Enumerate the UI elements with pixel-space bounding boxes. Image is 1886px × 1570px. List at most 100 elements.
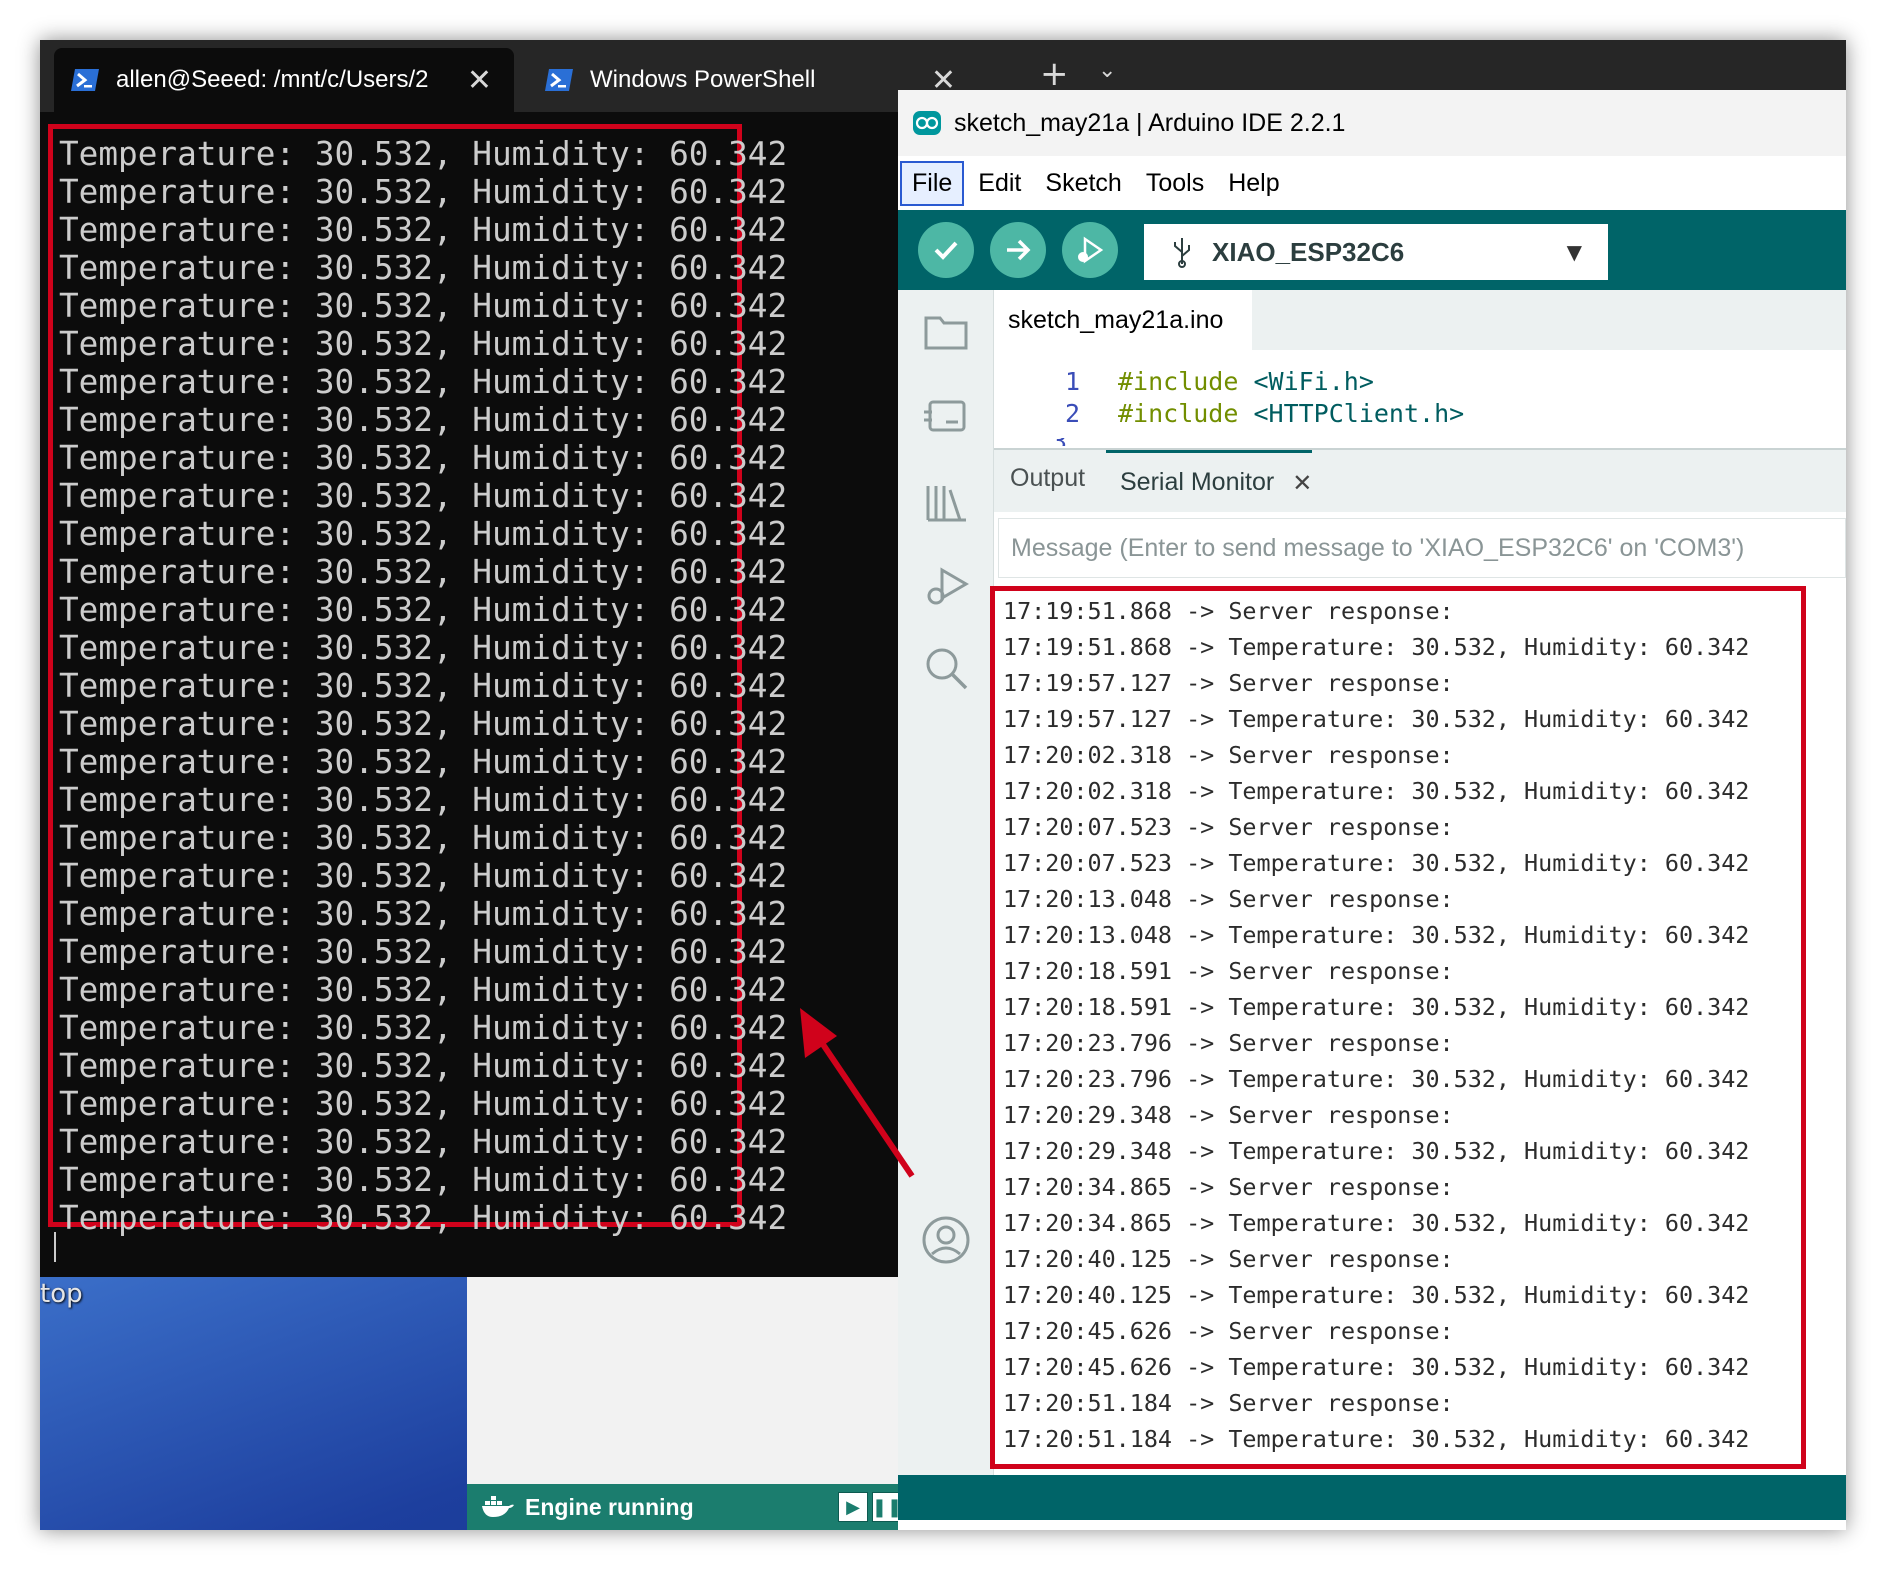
menu-bar: File Edit Sketch Tools Help: [898, 156, 1846, 210]
terminal-line: Temperature: 30.532, Humidity: 60.342: [59, 287, 788, 325]
terminal-line: Temperature: 30.532, Humidity: 60.342: [59, 477, 788, 515]
library-icon[interactable]: [920, 476, 972, 528]
terminal-line: Temperature: 30.532, Humidity: 60.342: [59, 1047, 788, 1085]
menu-sketch[interactable]: Sketch: [1035, 163, 1131, 204]
serial-line: 17:20:29.348 -> Temperature: 30.532, Hum…: [1003, 1137, 1750, 1165]
new-tab-button[interactable]: +: [1040, 54, 1069, 94]
engine-status-text: Engine running: [525, 1493, 694, 1520]
play-icon[interactable]: ▶: [838, 1492, 868, 1522]
tab-serial-monitor[interactable]: Serial Monitor ✕: [1106, 450, 1313, 512]
code-include-arg: <HTTPClient.h>: [1238, 398, 1465, 428]
code-line[interactable]: 1 #include <WiFi.h>: [994, 364, 1374, 398]
serial-output-highlight: 17:19:51.868 -> Server response: 17:19:51…: [990, 586, 1806, 1469]
serial-line: 17:20:02.318 -> Server response:: [1003, 741, 1454, 769]
board-name: XIAO_ESP32C6: [1212, 236, 1405, 267]
serial-line: 17:20:07.523 -> Temperature: 30.532, Hum…: [1003, 849, 1750, 877]
tab-wsl[interactable]: allen@Seeed: /mnt/c/Users/2 ✕: [54, 48, 514, 112]
terminal-line: Temperature: 30.532, Humidity: 60.342: [59, 629, 788, 667]
menu-help[interactable]: Help: [1218, 163, 1289, 204]
account-icon[interactable]: [920, 1214, 972, 1266]
terminal-line: Temperature: 30.532, Humidity: 60.342: [59, 591, 788, 629]
serial-line: 17:20:18.591 -> Temperature: 30.532, Hum…: [1003, 993, 1750, 1021]
line-number: 2: [1064, 398, 1080, 428]
terminal-line: Temperature: 30.532, Humidity: 60.342: [59, 819, 788, 857]
code-keyword: #include: [1118, 366, 1239, 396]
code-keyword: #include: [1118, 398, 1239, 428]
verify-icon: [934, 241, 958, 260]
serial-line: 17:20:07.523 -> Server response:: [1003, 813, 1454, 841]
usb-icon: [1174, 238, 1190, 268]
file-tab-label: sketch_may21a.ino: [1008, 305, 1224, 334]
terminal-line: Temperature: 30.532, Humidity: 60.342: [59, 1085, 788, 1123]
board-selector[interactable]: XIAO_ESP32C6 ▼: [1144, 224, 1608, 280]
screenshot: top Engine running ▶ ❚❚ ⏻ allen@Seeed: /…: [40, 40, 1846, 1530]
chevron-down-icon: ▼: [1566, 240, 1582, 264]
tab-output[interactable]: Output: [1010, 464, 1085, 493]
terminal-line: Temperature: 30.532, Humidity: 60.342: [59, 515, 788, 553]
terminal-line: Temperature: 30.532, Humidity: 60.342: [59, 1009, 788, 1047]
verify-button[interactable]: [918, 222, 974, 278]
serial-line: 17:20:34.865 -> Server response:: [1003, 1173, 1454, 1201]
menu-tools[interactable]: Tools: [1136, 163, 1214, 204]
terminal-line: Temperature: 30.532, Humidity: 60.342: [59, 857, 788, 895]
tab-title: allen@Seeed: /mnt/c/Users/2: [116, 66, 429, 93]
powershell-icon: [71, 69, 99, 91]
folder-icon[interactable]: [920, 306, 972, 358]
terminal-line: Temperature: 30.532, Humidity: 60.342: [59, 781, 788, 819]
line-number: 1: [1064, 366, 1080, 396]
desktop-icon-label[interactable]: top: [40, 1279, 83, 1309]
terminal-line: Temperature: 30.532, Humidity: 60.342: [59, 933, 788, 971]
terminal-line: Temperature: 30.532, Humidity: 60.342: [59, 1161, 788, 1199]
serial-line: 17:20:45.626 -> Server response:: [1003, 1317, 1454, 1345]
bottom-panel-tabs: Output Serial Monitor ✕: [994, 448, 1846, 512]
serial-line: 17:20:02.318 -> Temperature: 30.532, Hum…: [1003, 777, 1750, 805]
terminal-line: Temperature: 30.532, Humidity: 60.342: [59, 705, 788, 743]
serial-line: 17:20:18.591 -> Server response:: [1003, 957, 1454, 985]
terminal-line: Temperature: 30.532, Humidity: 60.342: [59, 211, 788, 249]
serial-line: 17:20:51.184 -> Temperature: 30.532, Hum…: [1003, 1425, 1750, 1453]
window-title: sketch_may21a | Arduino IDE 2.2.1: [954, 108, 1346, 137]
serial-message-input[interactable]: [998, 518, 1846, 578]
debug-button[interactable]: [1062, 222, 1118, 278]
serial-line: 17:20:13.048 -> Temperature: 30.532, Hum…: [1003, 921, 1750, 949]
upload-button[interactable]: [990, 222, 1046, 278]
serial-line: 17:20:23.796 -> Server response:: [1003, 1029, 1454, 1057]
file-tab-strip: sketch_may21a.ino: [994, 290, 1846, 350]
serial-line: 17:20:51.184 -> Server response:: [1003, 1389, 1454, 1417]
file-tab[interactable]: sketch_may21a.ino: [994, 290, 1252, 350]
arduino-ide-window: sketch_may21a | Arduino IDE 2.2.1 File E…: [898, 90, 1846, 1530]
ide-toolbar: XIAO_ESP32C6 ▼: [898, 210, 1846, 290]
tab-serial-label: Serial Monitor: [1120, 468, 1275, 496]
menu-edit[interactable]: Edit: [968, 163, 1031, 204]
chevron-down-icon[interactable]: ⌄: [1098, 58, 1116, 83]
terminal-line: Temperature: 30.532, Humidity: 60.342: [59, 1199, 788, 1237]
menu-file[interactable]: File: [900, 160, 965, 206]
terminal-line: Temperature: 30.532, Humidity: 60.342: [59, 173, 788, 211]
code-line[interactable]: 2 #include <HTTPClient.h>: [994, 396, 1464, 430]
debug-run-icon: [1078, 236, 1104, 264]
serial-line: 17:19:51.868 -> Server response:: [1003, 597, 1454, 625]
board-manager-icon[interactable]: [920, 390, 972, 442]
search-icon[interactable]: [920, 642, 972, 694]
serial-line: 17:20:40.125 -> Server response:: [1003, 1245, 1454, 1273]
line-number-partial: 3: [1052, 438, 1072, 446]
close-icon[interactable]: ✕: [467, 63, 492, 98]
ide-status-bar: [898, 1475, 1846, 1520]
terminal-line: Temperature: 30.532, Humidity: 60.342: [59, 249, 788, 287]
serial-line: 17:20:29.348 -> Server response:: [1003, 1101, 1454, 1129]
docker-desktop-window: Engine running ▶ ❚❚ ⏻: [467, 1277, 942, 1530]
serial-line: 17:20:40.125 -> Temperature: 30.532, Hum…: [1003, 1281, 1750, 1309]
terminal-line: Temperature: 30.532, Humidity: 60.342: [59, 363, 788, 401]
docker-whale-icon: [482, 1496, 514, 1517]
code-editor[interactable]: sketch_may21a.ino 1 #include <WiFi.h> 2 …: [994, 290, 1846, 448]
close-icon[interactable]: ✕: [1292, 469, 1312, 497]
debug-icon[interactable]: [920, 560, 972, 612]
terminal-body[interactable]: Temperature: 30.532, Humidity: 60.342 Tem…: [40, 112, 910, 1277]
ide-sidebar: [898, 290, 994, 1475]
code-include-arg: <WiFi.h>: [1238, 366, 1374, 396]
serial-line: 17:20:13.048 -> Server response:: [1003, 885, 1454, 913]
upload-icon: [1007, 239, 1031, 261]
terminal-line: Temperature: 30.532, Humidity: 60.342: [59, 439, 788, 477]
serial-line: 17:20:45.626 -> Temperature: 30.532, Hum…: [1003, 1353, 1750, 1381]
terminal-line: Temperature: 30.532, Humidity: 60.342: [59, 553, 788, 591]
